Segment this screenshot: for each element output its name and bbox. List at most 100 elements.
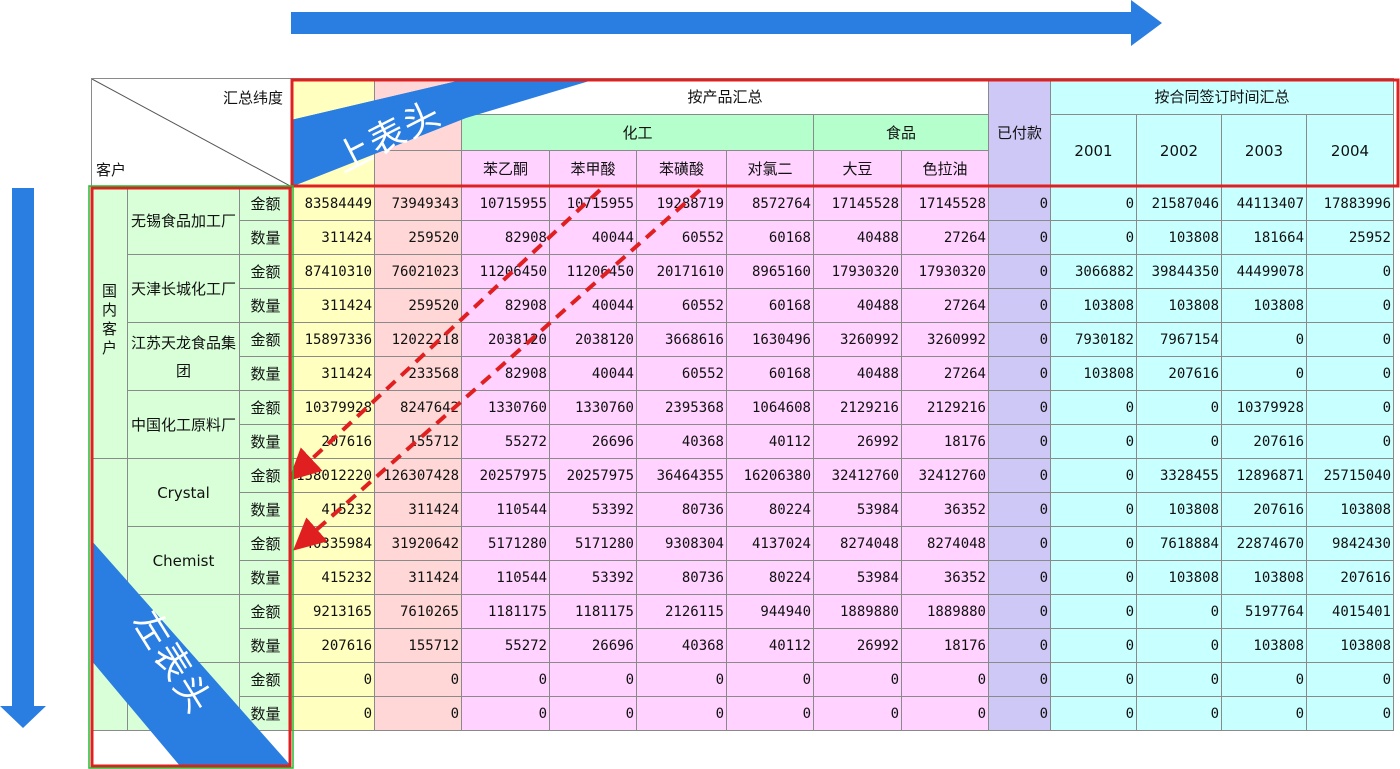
data-cell: 21587046 [1136,186,1222,221]
data-cell: 40368 [636,424,727,459]
data-cell: 110544 [461,492,550,527]
data-cell: 0 [988,628,1051,663]
table-row: Crystal 金额 158012220 126307428 20257975 20257… [91,458,1394,731]
data-cell: 2129216 [901,390,989,425]
data-cell: 18176 [901,628,989,663]
data-cell: 155712 [374,628,462,663]
customer-name: 无锡食品加工厂 [127,186,240,255]
data-cell: 0 [1136,662,1222,697]
data-cell: 2129216 [813,390,902,425]
data-cell: 16206380 [726,458,814,493]
data-cell: 8965160 [726,254,814,289]
data-cell: 8247642 [374,390,462,425]
data-cell: 207616 [1221,424,1307,459]
product-header: 色拉油 [901,150,989,187]
data-cell: 60168 [726,288,814,323]
data-cell: 39844350 [1136,254,1222,289]
data-cell: 0 [1050,186,1137,221]
table-row: 数量 415232 311424 110544 53392 80736 80224 53984… [92,492,1394,527]
data-cell: 80736 [636,560,727,595]
data-cell: 3066882 [1050,254,1137,289]
data-cell: 7930182 [1050,322,1137,357]
product-header: 大豆 [813,150,902,187]
data-cell: 44499078 [1221,254,1307,289]
year-header: 2002 [1136,114,1222,187]
data-cell: 7967154 [1136,322,1222,357]
data-cell: 0 [813,696,902,731]
data-cell: 55272 [461,424,550,459]
data-cell: 0 [1221,356,1307,391]
data-cell: 207616 [1306,560,1394,595]
data-cell: 0 [291,662,375,697]
data-cell: 103808 [1136,560,1222,595]
data-cell: 1330760 [461,390,550,425]
data-cell: 110544 [461,560,550,595]
data-cell: 415232 [291,560,375,595]
row-type: 金额 [239,526,292,561]
data-cell: 2395368 [636,390,727,425]
data-cell: 1330760 [549,390,637,425]
product-header: 苯乙酮 [461,150,550,187]
data-cell: 103808 [1136,220,1222,255]
data-cell: 76021023 [374,254,462,289]
data-cell: 0 [291,696,375,731]
data-cell: 9842430 [1306,526,1394,561]
data-cell: 53392 [549,560,637,595]
data-cell: 20171610 [636,254,727,289]
data-cell: 10379928 [1221,390,1307,425]
row-type: 数量 [239,560,292,595]
data-cell: 0 [901,662,989,697]
customer-name: 江苏天龙食品集团 [127,322,240,391]
row-type: 数量 [239,696,292,731]
data-cell: 80224 [726,560,814,595]
data-cell: 155712 [374,424,462,459]
data-cell: 0 [636,662,727,697]
data-cell: 0 [1221,662,1307,697]
data-cell: 40488 [813,288,902,323]
data-cell: 12896871 [1221,458,1307,493]
data-cell: 0 [988,254,1051,289]
data-cell: 0 [988,492,1051,527]
data-cell: 0 [988,696,1051,731]
data-cell: 26696 [549,628,637,663]
right-arrow [291,0,1162,46]
data-cell: 2038120 [549,322,637,357]
row-type: 金额 [239,458,292,493]
data-cell: 60168 [726,356,814,391]
data-cell: 126307428 [374,458,462,493]
table-row: 中国化工原料厂 金额 10379928 8247642 1330760 1330760 23… [92,390,1394,459]
row-type: 金额 [239,662,292,697]
data-cell: 19288719 [636,186,727,221]
data-cell: 8572764 [726,186,814,221]
data-cell: 20257975 [461,458,550,493]
data-cell: 82908 [461,220,550,255]
data-cell: 5171280 [461,526,550,561]
corner-header: 汇总纬度 客户 [91,78,292,187]
data-cell: 8274048 [901,526,989,561]
data-cell: 0 [988,322,1051,357]
data-cell: 207616 [291,628,375,663]
data-cell: 36352 [901,560,989,595]
data-cell: 259520 [374,220,462,255]
data-cell: 7618884 [1136,526,1222,561]
year-header: 2003 [1221,114,1307,187]
data-cell: 415232 [291,492,375,527]
data-cell: 0 [461,696,550,731]
data-cell: 0 [1306,322,1394,357]
row-type: 数量 [239,424,292,459]
data-cell: 0 [1136,594,1222,629]
data-cell: 0 [1050,662,1137,697]
data-cell: 60552 [636,220,727,255]
data-cell: 207616 [1136,356,1222,391]
data-cell: 0 [1306,662,1394,697]
data-cell: 0 [461,662,550,697]
data-cell: 0 [901,696,989,731]
customer-name: 天津长城化工厂 [127,254,240,323]
data-cell: 11206450 [549,254,637,289]
year-header: 2001 [1050,114,1137,187]
table-row: 金额 0 0 0 0 0 0 0 0 0 0 0 0 0 [92,662,1394,731]
data-cell: 0 [1050,220,1137,255]
data-cell: 10715955 [461,186,550,221]
data-cell: 207616 [291,424,375,459]
data-cell: 83584449 [291,186,375,221]
